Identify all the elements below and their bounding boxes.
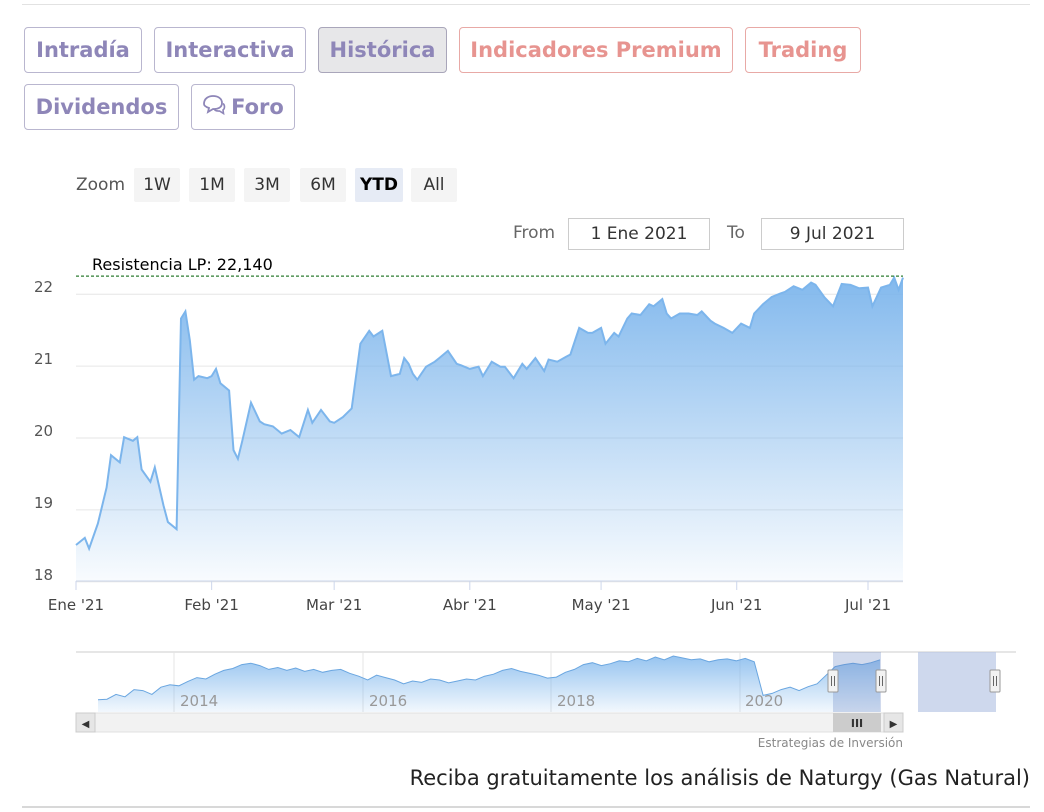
navigator-year-label: 2020 [745, 692, 783, 710]
x-tick-label: Feb '21 [184, 596, 239, 614]
navigator-selection [833, 652, 881, 712]
arrow-right-icon: ▶ [890, 719, 898, 730]
navigator-year-label: 2016 [369, 692, 407, 710]
y-tick-label: 19 [34, 494, 53, 512]
navigator-handle-left[interactable] [827, 669, 839, 693]
y-tick-label: 20 [34, 422, 53, 440]
navigator-year-label: 2018 [557, 692, 595, 710]
y-tick-label: 18 [34, 566, 53, 584]
chart-credit[interactable]: Estrategias de Inversión [758, 736, 903, 750]
y-tick-label: 22 [34, 278, 53, 296]
x-tick-label: Abr '21 [443, 596, 497, 614]
scrollbar-grip-icon: III [851, 717, 863, 730]
arrow-left-icon: ◀ [82, 719, 90, 730]
navigator-handle-extra[interactable] [989, 669, 1001, 693]
y-tick-label: 21 [34, 350, 53, 368]
x-tick-label: Jul '21 [844, 596, 891, 614]
price-area [76, 277, 903, 581]
x-tick-label: Jun '21 [710, 596, 762, 614]
x-tick-label: Ene '21 [48, 596, 104, 614]
scrollbar-track [75, 712, 904, 733]
bottom-divider [22, 806, 1030, 808]
resistance-label: Resistencia LP: 22,140 [92, 255, 273, 274]
price-chart: Ene '21 Feb '21 Mar '21 Abr '21 May '21 Jun '… [34, 255, 1016, 733]
analysis-cta-text[interactable]: Reciba gratuitamente los análisis de Nat… [410, 766, 1030, 790]
navigator-year-label: 2014 [180, 692, 218, 710]
x-tick-label: May '21 [572, 596, 631, 614]
navigator-handle-right[interactable] [875, 669, 887, 693]
x-tick-label: Mar '21 [306, 596, 362, 614]
navigator-mask-right [918, 652, 996, 712]
